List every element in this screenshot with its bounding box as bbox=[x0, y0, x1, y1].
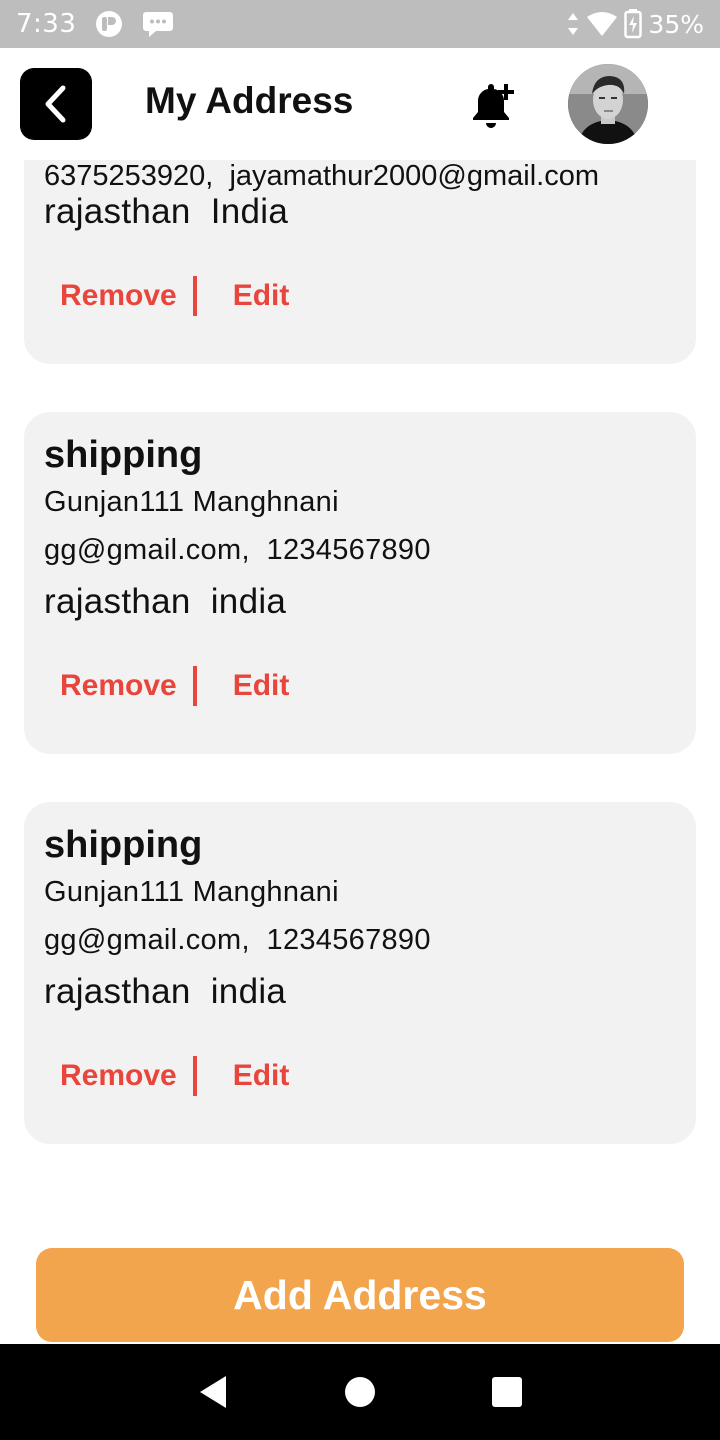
address-actions: Remove Edit bbox=[60, 276, 289, 316]
back-arrow-icon bbox=[45, 85, 66, 123]
address-contact: gg@gmail.com, 1234567890 bbox=[44, 534, 431, 566]
avatar-photo bbox=[568, 64, 648, 144]
data-arrows-icon bbox=[566, 11, 580, 37]
nav-back-button[interactable] bbox=[183, 1362, 243, 1422]
action-divider bbox=[192, 276, 197, 316]
address-list[interactable]: 6375253920, jayamathur2000@gmail.com raj… bbox=[0, 160, 720, 1240]
nav-home-icon bbox=[344, 1377, 375, 1407]
remove-button[interactable]: Remove bbox=[60, 279, 177, 313]
edit-button[interactable]: Edit bbox=[233, 1059, 290, 1093]
address-region: rajasthan India bbox=[44, 192, 289, 231]
avatar[interactable] bbox=[568, 64, 648, 144]
nav-back-icon bbox=[200, 1376, 227, 1408]
app-bar: My Address bbox=[0, 48, 720, 160]
address-contact: 6375253920, jayamathur2000@gmail.com bbox=[44, 160, 600, 192]
nav-recents-button[interactable] bbox=[477, 1362, 537, 1422]
address-card: shipping Gunjan111 Manghnani gg@gmail.co… bbox=[24, 412, 696, 754]
bell-plus-icon bbox=[473, 84, 514, 128]
add-notification-button[interactable] bbox=[462, 78, 522, 134]
address-card: 6375253920, jayamathur2000@gmail.com raj… bbox=[24, 160, 696, 364]
page-title: My Address bbox=[145, 80, 354, 121]
system-nav-bar bbox=[0, 1344, 720, 1440]
address-actions: Remove Edit bbox=[60, 1056, 289, 1096]
app-notification-icon bbox=[94, 9, 124, 39]
chat-notification-icon bbox=[142, 9, 174, 39]
edit-button[interactable]: Edit bbox=[233, 669, 290, 703]
address-region: rajasthan india bbox=[44, 582, 287, 621]
address-name: Gunjan111 Manghnani bbox=[44, 486, 339, 518]
remove-button[interactable]: Remove bbox=[60, 1059, 177, 1093]
address-type: shipping bbox=[44, 824, 203, 866]
status-bar: 7:33 35% bbox=[0, 0, 720, 48]
address-name: Gunjan111 Manghnani bbox=[44, 876, 339, 908]
address-card: shipping Gunjan111 Manghnani gg@gmail.co… bbox=[24, 802, 696, 1144]
action-divider bbox=[192, 666, 197, 706]
action-divider bbox=[192, 1056, 197, 1096]
battery-charging-icon bbox=[624, 9, 643, 39]
nav-home-button[interactable] bbox=[330, 1362, 390, 1422]
battery-percent: 35% bbox=[648, 9, 704, 39]
address-actions: Remove Edit bbox=[60, 666, 289, 706]
wifi-icon bbox=[586, 11, 618, 37]
address-contact: gg@gmail.com, 1234567890 bbox=[44, 924, 431, 956]
back-button[interactable] bbox=[20, 68, 92, 140]
address-region: rajasthan india bbox=[44, 972, 287, 1011]
edit-button[interactable]: Edit bbox=[233, 279, 290, 313]
add-address-button[interactable]: Add Address bbox=[36, 1248, 684, 1342]
status-time: 7:33 bbox=[16, 9, 77, 39]
address-type: shipping bbox=[44, 434, 203, 476]
remove-button[interactable]: Remove bbox=[60, 669, 177, 703]
screen: 7:33 35% My Address 6375253920, jayamath… bbox=[0, 0, 720, 1440]
nav-recents-icon bbox=[491, 1377, 522, 1407]
